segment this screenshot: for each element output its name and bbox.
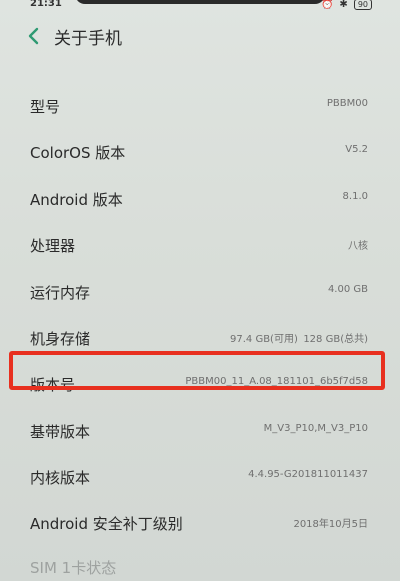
row-value: PBBM00 (326, 98, 368, 109)
alarm-icon: ⏰ (320, 0, 334, 10)
row-label: 机身存储 (30, 330, 91, 348)
row-label: 型号 (30, 98, 61, 116)
row-label: SIM 1卡状态 (30, 559, 117, 577)
page-title: 关于手机 (54, 29, 122, 49)
row-android-version[interactable]: Android 版本 8.1.0 (0, 189, 400, 219)
row-coloros-version[interactable]: ColorOS 版本 V5.2 (0, 142, 400, 172)
row-value: M_V3_P10,M_V3_P10 (263, 423, 368, 434)
row-value-total: 128 GB(总共) (303, 334, 368, 345)
row-value: V5.2 (345, 144, 368, 155)
phone-screen: 21:31 ⏰ ✱ 90 关于手机 型号 PBBM00 ColorOS 版本 V… (0, 0, 400, 581)
row-value: 4.00 GB (327, 284, 368, 295)
bluetooth-icon: ✱ (339, 0, 348, 10)
battery-icon: 90 (353, 0, 372, 10)
row-label: Android 版本 (30, 191, 123, 209)
row-label: 基带版本 (30, 423, 91, 441)
row-value: 4.4.95-G201811011437 (248, 469, 368, 480)
row-sim1-status[interactable]: SIM 1卡状态 (0, 557, 400, 581)
row-baseband-version[interactable]: 基带版本 M_V3_P10,M_V3_P10 (0, 421, 400, 451)
row-label: 运行内存 (30, 284, 91, 302)
row-label: 内核版本 (30, 469, 91, 487)
row-label: 处理器 (30, 237, 76, 255)
row-label: Android 安全补丁级别 (30, 515, 183, 533)
header: 关于手机 (0, 22, 400, 52)
back-arrow-icon[interactable] (26, 26, 42, 46)
row-value: 8.1.0 (342, 191, 368, 202)
row-value: 八核 (348, 241, 368, 252)
highlight-annotation-box (9, 351, 385, 390)
row-label: ColorOS 版本 (30, 144, 126, 162)
row-security-patch[interactable]: Android 安全补丁级别 2018年10月5日 (0, 513, 400, 543)
row-ram[interactable]: 运行内存 4.00 GB (0, 282, 400, 312)
status-icons: ⏰ ✱ 90 (321, 0, 372, 10)
row-model[interactable]: 型号 PBBM00 (0, 96, 400, 126)
row-processor[interactable]: 处理器 八核 (0, 235, 400, 265)
status-bar: 21:31 ⏰ ✱ 90 (0, 0, 400, 14)
row-kernel-version[interactable]: 内核版本 4.4.95-G201811011437 (0, 467, 400, 497)
row-value-available: 97.4 GB(可用) (230, 334, 298, 345)
status-time: 21:31 (30, 0, 62, 9)
row-value: 2018年10月5日 (293, 519, 368, 530)
